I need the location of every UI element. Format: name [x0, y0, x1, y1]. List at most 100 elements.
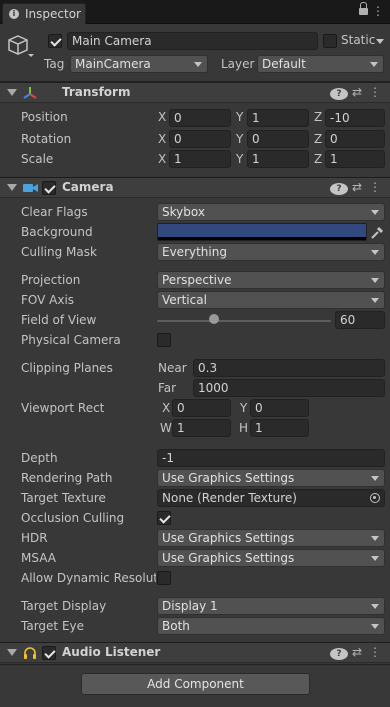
position-y-field[interactable]: 1 — [247, 109, 309, 127]
target-display-dropdown[interactable]: Display 1 — [157, 597, 385, 615]
position-x-field[interactable]: 0 — [169, 109, 231, 127]
fov-value-field[interactable]: 60 — [335, 311, 385, 329]
position-z-field[interactable]: -10 — [325, 109, 385, 127]
info-icon: i — [9, 9, 19, 19]
viewport-w-label[interactable]: W — [160, 421, 172, 435]
rendering-path-dropdown[interactable]: Use Graphics Settings — [157, 469, 385, 487]
viewport-x-label[interactable]: X — [162, 401, 170, 415]
viewport-y-label[interactable]: Y — [240, 401, 247, 415]
dynamic-resolution-checkbox[interactable] — [157, 571, 171, 585]
inspector-panel: Main Camera Static Tag MainCamera Layer … — [0, 24, 390, 707]
rotation-x-label[interactable]: X — [158, 132, 166, 146]
add-component-button[interactable]: Add Component — [81, 673, 310, 695]
position-y-label[interactable]: Y — [236, 110, 243, 124]
hdr-dropdown[interactable]: Use Graphics Settings — [157, 529, 385, 547]
viewport-x-field[interactable]: 0 — [172, 399, 231, 417]
dynamic-resolution-label: Allow Dynamic Resoluti — [21, 571, 156, 585]
foldout-arrow-icon[interactable] — [7, 89, 17, 96]
position-z-label[interactable]: Z — [314, 110, 322, 124]
component-menu-icon[interactable]: ⋮ — [366, 645, 384, 659]
fov-slider-track[interactable] — [157, 320, 331, 322]
transform-title: Transform — [62, 85, 131, 99]
layer-dropdown[interactable]: Default — [257, 55, 384, 73]
target-eye-label: Target Eye — [21, 619, 85, 633]
depth-field[interactable]: -1 — [157, 449, 385, 467]
rotation-z-label[interactable]: Z — [314, 132, 322, 146]
eyedropper-icon[interactable] — [370, 224, 384, 240]
background-color-field[interactable] — [157, 223, 367, 241]
gameobject-active-checkbox[interactable] — [48, 34, 62, 48]
rotation-y-field[interactable]: 0 — [247, 130, 309, 148]
gameobject-name-input[interactable]: Main Camera — [67, 32, 318, 50]
lock-icon[interactable] — [359, 2, 368, 15]
occlusion-culling-checkbox[interactable] — [157, 511, 171, 525]
fov-axis-label: FOV Axis — [21, 293, 75, 307]
camera-enabled-checkbox[interactable] — [42, 181, 56, 195]
rotation-y-label[interactable]: Y — [236, 132, 243, 146]
rotation-x-field[interactable]: 0 — [169, 130, 231, 148]
scale-label: Scale — [21, 152, 54, 166]
fov-axis-dropdown[interactable]: Vertical — [157, 291, 385, 309]
tab-bar: i Inspector ⋮ — [0, 0, 390, 24]
help-icon[interactable]: ? — [330, 85, 348, 100]
transform-icon — [22, 85, 38, 101]
viewport-h-field[interactable]: 1 — [250, 419, 309, 437]
clipping-planes-label: Clipping Planes — [21, 361, 113, 375]
target-texture-label: Target Texture — [21, 491, 106, 505]
scale-z-field[interactable]: 1 — [325, 150, 385, 168]
presets-icon[interactable]: ⇄ — [348, 85, 366, 99]
far-field[interactable]: 1000 — [193, 379, 385, 397]
audio-listener-enabled-checkbox[interactable] — [42, 646, 56, 660]
scale-x-label[interactable]: X — [158, 152, 166, 166]
physical-camera-checkbox[interactable] — [157, 333, 171, 347]
position-label: Position — [21, 110, 68, 124]
projection-label: Projection — [21, 273, 81, 287]
target-texture-field[interactable]: None (Render Texture) — [157, 489, 385, 507]
presets-icon[interactable]: ⇄ — [348, 645, 366, 659]
msaa-label: MSAA — [21, 551, 56, 565]
target-eye-dropdown[interactable]: Both — [157, 617, 385, 635]
camera-icon — [23, 182, 39, 194]
object-picker-icon[interactable] — [370, 493, 380, 503]
transform-header[interactable]: Transform ? ⇄ ⋮ — [0, 82, 390, 103]
camera-title: Camera — [62, 180, 114, 194]
scale-x-field[interactable]: 1 — [169, 150, 231, 168]
scale-y-field[interactable]: 1 — [247, 150, 309, 168]
clear-flags-dropdown[interactable]: Skybox — [157, 203, 385, 221]
foldout-arrow-icon[interactable] — [7, 649, 17, 656]
window-menu-icon[interactable]: ⋮ — [372, 4, 384, 18]
viewport-h-label[interactable]: H — [239, 421, 248, 435]
presets-icon[interactable]: ⇄ — [348, 180, 366, 194]
static-label[interactable]: Static — [341, 33, 375, 47]
target-display-label: Target Display — [21, 599, 107, 613]
component-menu-icon[interactable]: ⋮ — [366, 180, 384, 194]
viewport-w-field[interactable]: 1 — [172, 419, 231, 437]
near-label[interactable]: Near — [158, 361, 187, 375]
tag-dropdown[interactable]: MainCamera — [70, 55, 208, 73]
far-label[interactable]: Far — [158, 381, 176, 395]
gameobject-cube-icon — [8, 34, 34, 58]
static-checkbox[interactable] — [323, 34, 337, 48]
camera-header[interactable]: Camera ? ⇄ ⋮ — [0, 177, 390, 198]
tab-inspector[interactable]: i Inspector — [2, 3, 86, 24]
help-icon[interactable]: ? — [330, 645, 348, 660]
help-icon[interactable]: ? — [330, 180, 348, 195]
near-field[interactable]: 0.3 — [193, 359, 385, 377]
static-dropdown-arrow-icon[interactable] — [376, 39, 384, 44]
physical-camera-label: Physical Camera — [21, 333, 121, 347]
rendering-path-label: Rendering Path — [21, 471, 113, 485]
clear-flags-label: Clear Flags — [21, 205, 88, 219]
audio-listener-header[interactable]: Audio Listener ? ⇄ ⋮ — [0, 642, 390, 663]
position-x-label[interactable]: X — [158, 110, 166, 124]
scale-y-label[interactable]: Y — [236, 152, 243, 166]
projection-dropdown[interactable]: Perspective — [157, 271, 385, 289]
fov-slider-thumb[interactable] — [209, 314, 220, 324]
component-menu-icon[interactable]: ⋮ — [366, 85, 384, 99]
rotation-z-field[interactable]: 0 — [325, 130, 385, 148]
viewport-y-field[interactable]: 0 — [250, 399, 309, 417]
scale-z-label[interactable]: Z — [314, 152, 322, 166]
foldout-arrow-icon[interactable] — [7, 184, 17, 191]
culling-mask-dropdown[interactable]: Everything — [157, 243, 385, 261]
msaa-dropdown[interactable]: Use Graphics Settings — [157, 549, 385, 567]
hdr-label: HDR — [21, 531, 48, 545]
